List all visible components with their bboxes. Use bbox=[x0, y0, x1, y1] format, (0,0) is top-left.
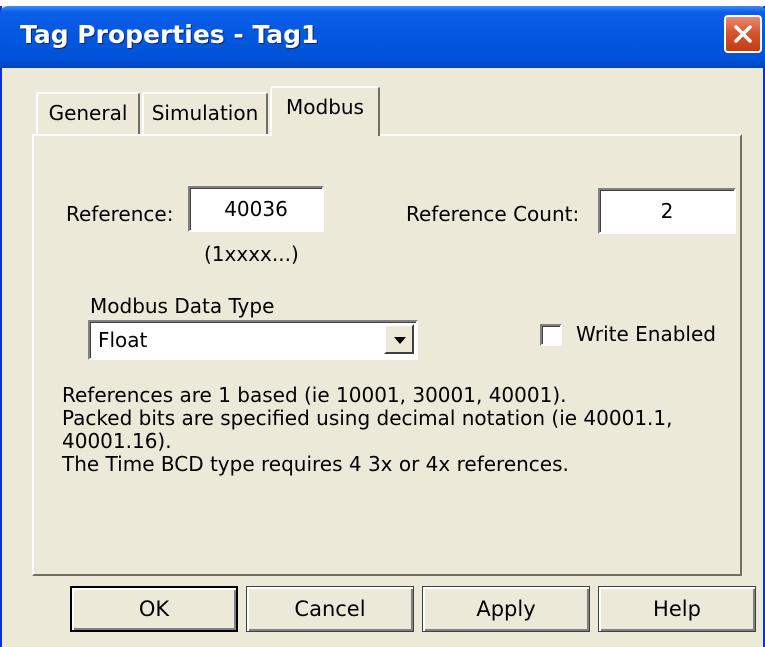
title-bar[interactable]: Tag Properties - Tag1 bbox=[0, 6, 765, 68]
apply-button[interactable]: Apply bbox=[422, 586, 590, 632]
tab-general[interactable]: General bbox=[36, 92, 140, 134]
close-button[interactable] bbox=[724, 15, 762, 53]
tab-modbus-label: Modbus bbox=[286, 95, 364, 119]
window-title: Tag Properties - Tag1 bbox=[20, 20, 319, 49]
tab-simulation-label: Simulation bbox=[151, 101, 259, 125]
tab-modbus[interactable]: Modbus bbox=[270, 86, 380, 136]
tag-properties-dialog: Tag Properties - Tag1 General Simulation… bbox=[0, 6, 765, 647]
modbus-tab-panel bbox=[32, 134, 742, 576]
help-button[interactable]: Help bbox=[598, 586, 756, 632]
tab-simulation[interactable]: Simulation bbox=[142, 92, 268, 134]
tab-general-label: General bbox=[48, 101, 128, 125]
ok-button[interactable]: OK bbox=[70, 586, 238, 632]
cancel-button[interactable]: Cancel bbox=[246, 586, 414, 632]
